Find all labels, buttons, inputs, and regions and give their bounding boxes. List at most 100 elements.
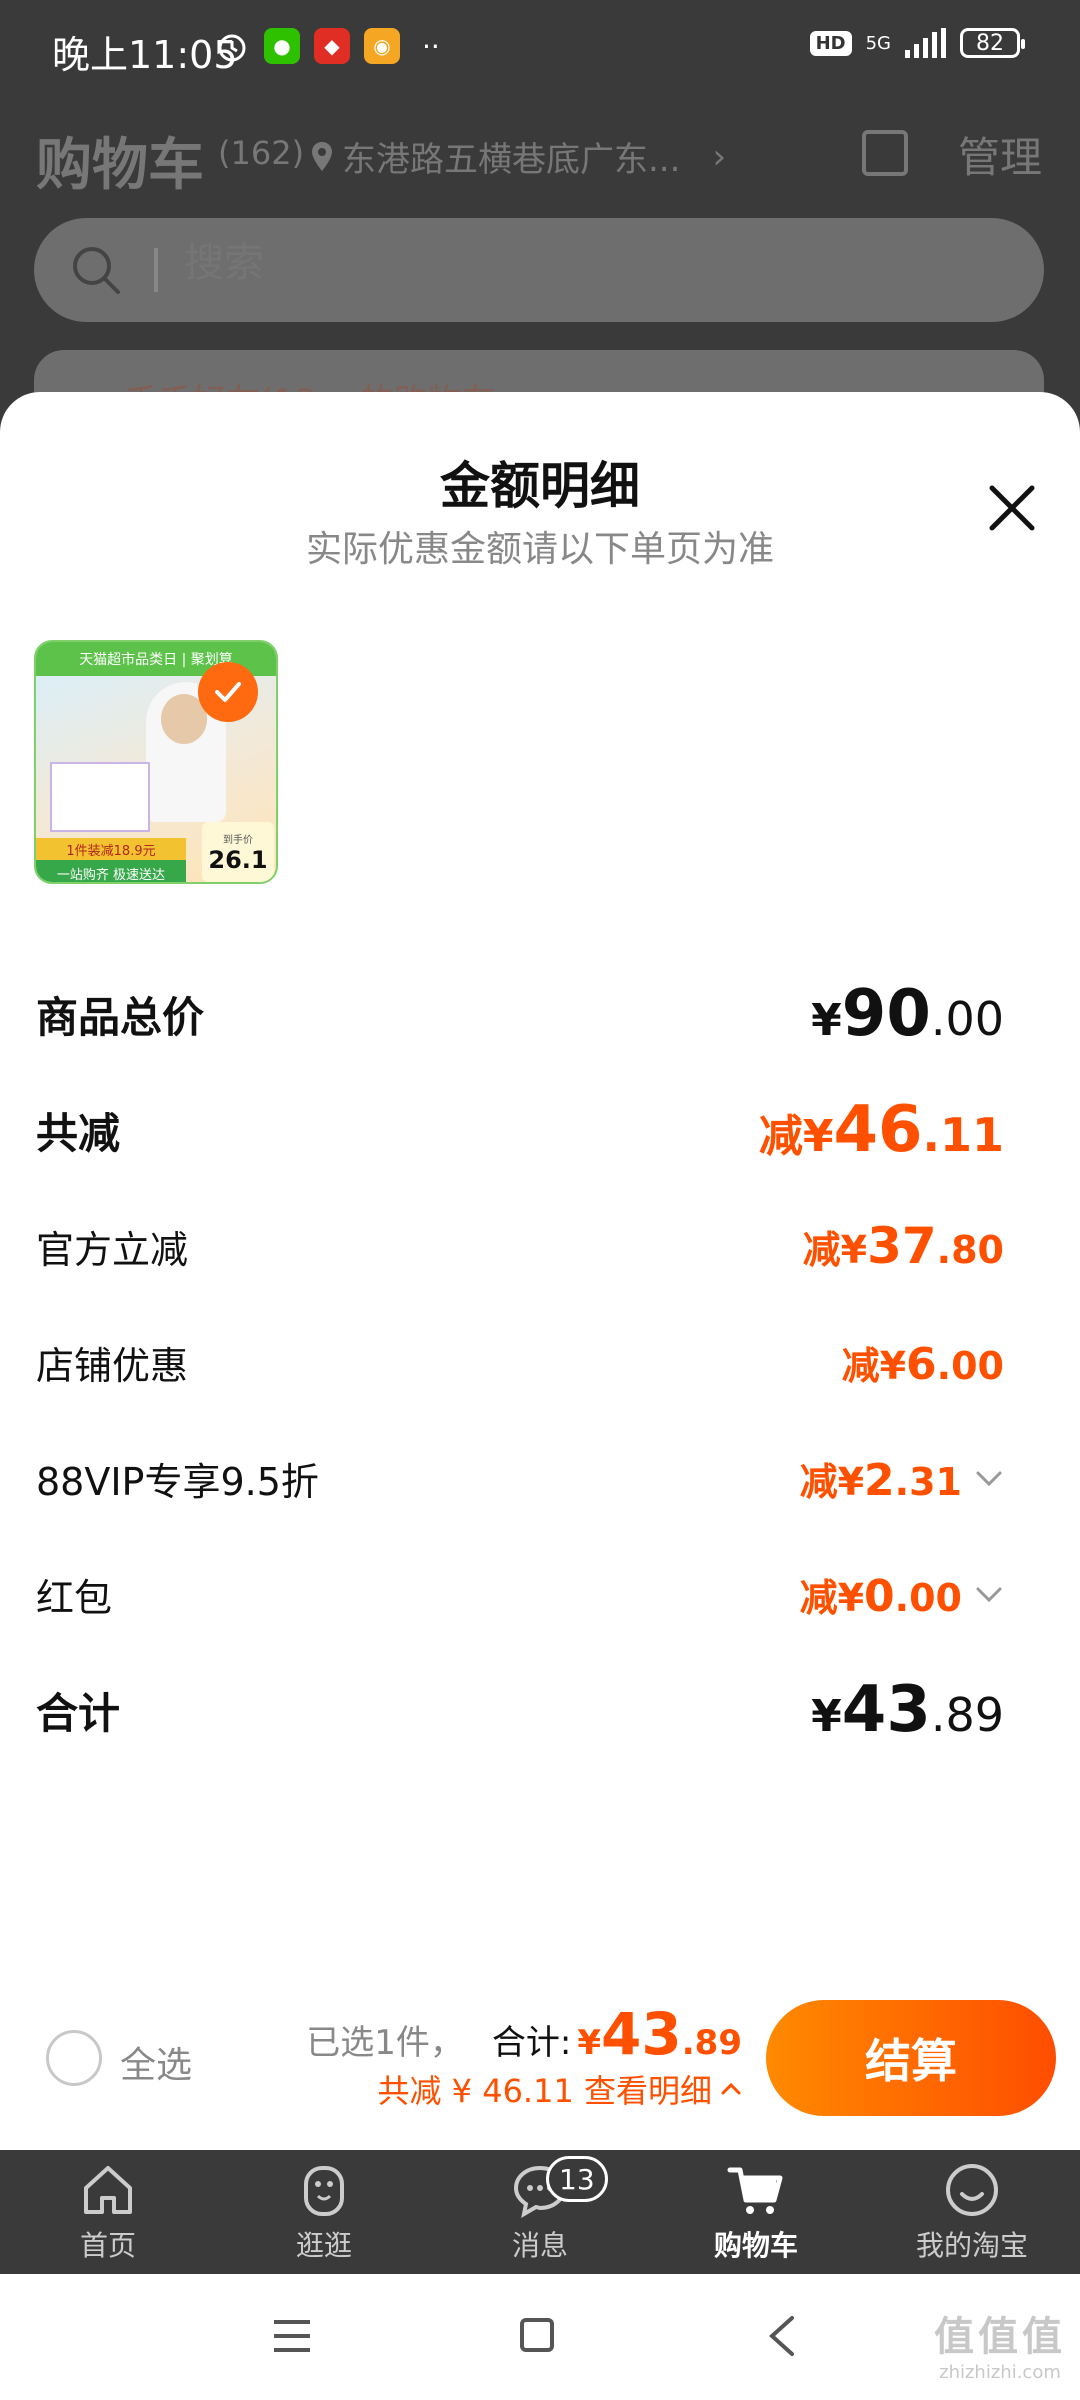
search-input[interactable] — [184, 240, 784, 286]
row-amount: ¥ 90 .00 — [811, 977, 1004, 1051]
status-bar: 晚上11:05 ● ◆ ◉ ·· HD 5G 82 — [0, 0, 1080, 96]
amount-decimal: .80 — [936, 1228, 1004, 1272]
row-amount: 减 ¥ 6 .00 — [842, 1335, 1004, 1390]
home-icon — [84, 2166, 132, 2214]
row-amount: 减 ¥ 0 .00 — [800, 1567, 962, 1622]
currency-symbol: ¥ — [837, 1459, 865, 1504]
battery-level: 82 — [976, 30, 1004, 56]
amount-decimal: .00 — [930, 992, 1004, 1046]
row-label: 店铺优惠 — [36, 1343, 189, 1388]
select-all-radio[interactable] — [46, 2030, 102, 2086]
amount-integer: 37 — [867, 1217, 937, 1275]
row-label: 共减 — [36, 1108, 121, 1158]
search-cursor — [154, 248, 158, 292]
bottom-tab-bar: 首页 逛逛 消息 13 购物车 我的淘宝 — [0, 2150, 1080, 2274]
watermark-logo: 值值值 zhizhizhi.com — [934, 2304, 1066, 2383]
selected-check-icon — [198, 662, 258, 722]
tab-label: 逛逛 — [295, 2229, 352, 2262]
profile-icon — [946, 2164, 998, 2216]
menu-icon[interactable] — [272, 2318, 312, 2354]
amount-integer: 46 — [833, 1093, 923, 1167]
switch-view-icon[interactable] — [862, 130, 908, 176]
row-amount: 减 ¥ 46 .11 — [759, 1093, 1004, 1167]
tab-label: 首页 — [79, 2229, 136, 2262]
product-price-label: 到手价 — [223, 834, 253, 846]
select-all-label[interactable]: 全选 — [120, 2036, 192, 2088]
sheet-title: 金额明细 — [440, 457, 640, 515]
view-detail-link[interactable]: 共减 ¥ 46.11 查看明细 — [378, 2066, 743, 2112]
row-amount: 减 ¥ 2 .31 — [800, 1451, 962, 1506]
chevron-down-icon[interactable] — [974, 1579, 1004, 1609]
product-footer: 一站购齐 极速送达 — [36, 860, 186, 882]
row-total-discount: 共减 减 ¥ 46 .11 — [36, 1090, 1004, 1170]
hd-badge: HD — [809, 30, 852, 56]
checkout-button[interactable]: 结算 — [766, 2000, 1056, 2116]
tab-label: 购物车 — [713, 2229, 798, 2262]
system-nav-bar: 值值值 zhizhizhi.com — [0, 2274, 1080, 2400]
row-shop-discount: 店铺优惠 减 ¥ 6 .00 — [36, 1322, 1004, 1402]
product-price-box: 到手价 26.1 — [202, 822, 274, 882]
manage-button[interactable]: 管理 — [958, 124, 1042, 185]
tab-home[interactable]: 首页 — [0, 2150, 216, 2274]
product-price: 26.1 — [208, 845, 268, 874]
tab-browse[interactable]: 逛逛 — [216, 2150, 432, 2274]
row-88vip-discount[interactable]: 88VIP专享9.5折 减 ¥ 2 .31 — [36, 1438, 1004, 1518]
product-package — [50, 762, 150, 832]
tab-label: 消息 — [511, 2229, 568, 2262]
row-label: 商品总价 — [36, 992, 205, 1042]
unread-badge: 13 — [546, 2156, 608, 2202]
delivery-address[interactable]: 东港路五横巷底广东... › — [310, 132, 726, 181]
row-label: 红包 — [36, 1575, 113, 1620]
more-notifications-icon: ·· — [422, 29, 440, 63]
row-amount: ¥ 43 .89 — [811, 1673, 1004, 1747]
shopping-app-icon: ◆ — [314, 28, 350, 64]
close-icon[interactable] — [982, 478, 1042, 538]
product-promo: 1件装减18.9元 — [36, 838, 186, 860]
discount-prefix: 减 — [802, 1228, 841, 1272]
chevron-down-icon[interactable] — [974, 1463, 1004, 1493]
amount-detail-sheet: 金额明细 实际优惠金额请以下单页为准 天猫超市品类日 | 聚划算 1件装减18.… — [0, 392, 1080, 2152]
total-label: 合计: — [491, 2023, 572, 2063]
row-label: 合计 — [36, 1688, 121, 1738]
address-text: 东港路五横巷底广东... — [342, 140, 681, 180]
wechat-icon: ● — [264, 28, 300, 64]
tab-profile[interactable]: 我的淘宝 — [864, 2150, 1080, 2274]
status-time: 晚上11:05 — [52, 33, 238, 77]
currency-symbol: ¥ — [811, 1691, 842, 1742]
browse-icon — [304, 2166, 344, 2216]
currency-symbol: ¥ — [837, 1575, 865, 1620]
status-notification-icons: ● ◆ ◉ ·· — [214, 28, 440, 64]
amount-integer: 2 — [864, 1454, 895, 1506]
amount-integer: 90 — [841, 977, 931, 1051]
discount-prefix: 减 — [799, 1575, 838, 1620]
amount-integer: 43 — [841, 1673, 931, 1747]
search-bar[interactable] — [34, 218, 1044, 322]
total-decimal: .89 — [681, 2023, 742, 2063]
row-goods-total: 商品总价 ¥ 90 .00 — [36, 974, 1004, 1054]
tab-cart[interactable]: 购物车 — [648, 2150, 864, 2274]
amount-decimal: .00 — [894, 1575, 962, 1620]
row-official-discount: 官方立减 减 ¥ 37 .80 — [36, 1206, 1004, 1286]
cart-count: (162) — [218, 134, 305, 172]
row-red-packet[interactable]: 红包 减 ¥ 0 .00 — [36, 1554, 1004, 1634]
row-value: 减 ¥ 2 .31 — [800, 1451, 1004, 1506]
discount-prefix: 减 — [841, 1343, 880, 1388]
tab-messages[interactable]: 消息 13 — [432, 2150, 648, 2274]
cart-icon — [727, 2167, 783, 2214]
total-currency: ¥ — [577, 2023, 602, 2063]
home-button-icon[interactable] — [520, 2318, 554, 2352]
currency-symbol: ¥ — [879, 1343, 907, 1388]
currency-symbol: ¥ — [802, 1111, 834, 1162]
discount-summary: 共减 ¥ 46.11 查看明细 — [377, 2072, 713, 2110]
back-icon[interactable] — [766, 2314, 796, 2358]
amount-decimal: .31 — [894, 1459, 962, 1504]
checkout-summary: 已选1件， 合计: ¥ 43 .89 — [306, 2000, 742, 2068]
row-grand-total: 合计 ¥ 43 .89 — [36, 1670, 1004, 1750]
search-icon — [73, 247, 120, 294]
discount-prefix: 减 — [758, 1111, 803, 1162]
row-value: 减 ¥ 0 .00 — [800, 1567, 1004, 1622]
amount-integer: 6 — [906, 1338, 937, 1390]
weibo-icon: ◉ — [364, 28, 400, 64]
location-pin-icon — [312, 141, 332, 171]
discount-prefix: 减 — [799, 1459, 838, 1504]
